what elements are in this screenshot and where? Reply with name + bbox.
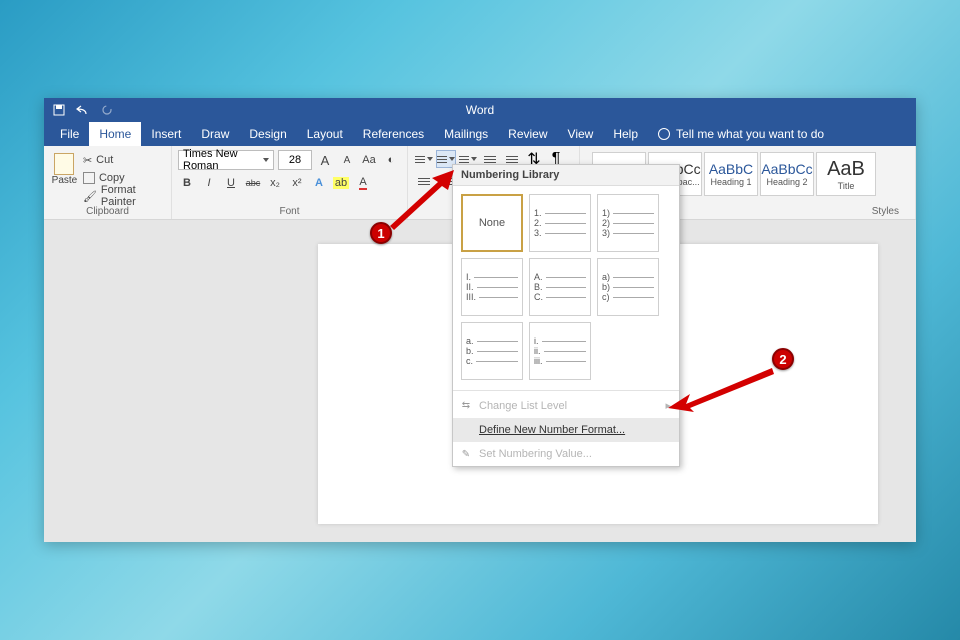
paste-icon bbox=[54, 153, 74, 175]
group-clipboard: Paste ✂ Cut Copy 🖌Format Painter Clipboar… bbox=[44, 146, 172, 219]
tab-mailings[interactable]: Mailings bbox=[434, 122, 498, 146]
tab-references[interactable]: References bbox=[353, 122, 434, 146]
font-size-value: 28 bbox=[289, 154, 301, 166]
subscript-button[interactable]: x₂ bbox=[266, 174, 284, 192]
font-name-combo[interactable]: Times New Roman bbox=[178, 150, 274, 170]
copy-icon bbox=[83, 172, 95, 184]
bullets-button[interactable] bbox=[414, 150, 434, 168]
change-case-button[interactable]: Aa bbox=[360, 151, 378, 169]
chevron-down-icon bbox=[449, 157, 455, 161]
annotation-arrow-1 bbox=[382, 168, 456, 230]
grow-font-button[interactable]: A bbox=[316, 151, 334, 169]
font-name-value: Times New Roman bbox=[183, 148, 261, 172]
superscript-button[interactable]: x² bbox=[288, 174, 306, 192]
change-level-label: Change List Level bbox=[479, 400, 567, 412]
edit-icon: ✎ bbox=[459, 447, 473, 461]
highlight-button[interactable]: ab bbox=[332, 174, 350, 192]
tab-review[interactable]: Review bbox=[498, 122, 557, 146]
define-format-label: Define New Number Format... bbox=[479, 424, 625, 436]
tab-design[interactable]: Design bbox=[239, 122, 296, 146]
numbering-format-alpha-lower-dot[interactable]: a. b. c. bbox=[461, 322, 523, 380]
app-title: Word bbox=[44, 103, 916, 117]
app-window: Word File Home Insert Draw Design Layout… bbox=[44, 98, 916, 542]
copy-label: Copy bbox=[99, 172, 125, 184]
tab-file[interactable]: File bbox=[50, 122, 89, 146]
group-font: Times New Roman 28 A A Aa ◐ B I U abc x₂… bbox=[172, 146, 408, 219]
indent-icon: ⇆ bbox=[459, 399, 473, 413]
chevron-down-icon bbox=[263, 158, 269, 162]
paste-button[interactable]: Paste bbox=[50, 150, 79, 188]
redo-icon[interactable] bbox=[100, 103, 114, 117]
tell-me-label: Tell me what you want to do bbox=[676, 127, 824, 141]
save-icon[interactable] bbox=[52, 103, 66, 117]
bulb-icon bbox=[658, 128, 670, 140]
scissors-icon: ✂ bbox=[83, 154, 92, 167]
tab-insert[interactable]: Insert bbox=[141, 122, 191, 146]
numbering-format-decimal-paren[interactable]: 1) 2) 3) bbox=[597, 194, 659, 252]
ribbon-tabs: File Home Insert Draw Design Layout Refe… bbox=[44, 122, 916, 146]
change-list-level-item: ⇆ Change List Level ▸ bbox=[453, 393, 679, 418]
numbering-format-alpha-upper[interactable]: A. B. C. bbox=[529, 258, 591, 316]
style-name: Heading 2 bbox=[766, 177, 807, 187]
numbering-format-alpha-lower-paren[interactable]: a) b) c) bbox=[597, 258, 659, 316]
cut-label: Cut bbox=[96, 154, 113, 166]
bold-button[interactable]: B bbox=[178, 174, 196, 192]
style-name: Heading 1 bbox=[710, 177, 751, 187]
annotation-badge-1: 1 bbox=[370, 222, 392, 244]
set-value-label: Set Numbering Value... bbox=[479, 448, 592, 460]
define-new-number-format-item[interactable]: Define New Number Format... bbox=[453, 418, 679, 442]
font-color-button[interactable]: A bbox=[354, 174, 372, 192]
shrink-font-button[interactable]: A bbox=[338, 151, 356, 169]
tab-view[interactable]: View bbox=[558, 122, 604, 146]
font-size-combo[interactable]: 28 bbox=[278, 150, 312, 170]
dropdown-header: Numbering Library bbox=[453, 165, 679, 186]
style-sample: AaBbCc bbox=[761, 161, 812, 177]
format-painter-button[interactable]: 🖌Format Painter bbox=[83, 188, 165, 204]
numbering-format-roman-upper[interactable]: I. II. III. bbox=[461, 258, 523, 316]
font-group-label: Font bbox=[178, 204, 401, 217]
style-heading1[interactable]: AaBbCHeading 1 bbox=[704, 152, 758, 196]
tab-help[interactable]: Help bbox=[603, 122, 648, 146]
clear-format-button[interactable]: ◐ bbox=[382, 151, 400, 169]
numbering-dropdown: Numbering Library None 1. 2. 3. 1) 2) 3)… bbox=[452, 164, 680, 467]
underline-button[interactable]: U bbox=[222, 174, 240, 192]
strike-button[interactable]: abc bbox=[244, 174, 262, 192]
cut-button[interactable]: ✂ Cut bbox=[83, 152, 165, 168]
style-sample: AaBbC bbox=[709, 161, 753, 177]
set-numbering-value-item: ✎ Set Numbering Value... bbox=[453, 442, 679, 466]
italic-button[interactable]: I bbox=[200, 174, 218, 192]
tell-me-search[interactable]: Tell me what you want to do bbox=[658, 127, 824, 141]
style-title[interactable]: AaBTitle bbox=[816, 152, 876, 196]
tab-draw[interactable]: Draw bbox=[191, 122, 239, 146]
numbering-format-decimal-dot[interactable]: 1. 2. 3. bbox=[529, 194, 591, 252]
style-name: Title bbox=[838, 181, 855, 191]
clipboard-group-label: Clipboard bbox=[50, 204, 165, 217]
eraser-icon: ◐ bbox=[388, 154, 395, 166]
undo-icon[interactable] bbox=[76, 103, 90, 117]
annotation-number: 1 bbox=[370, 222, 392, 244]
style-heading2[interactable]: AaBbCcHeading 2 bbox=[760, 152, 814, 196]
annotation-badge-2: 2 bbox=[772, 348, 794, 370]
annotation-arrow-2 bbox=[666, 364, 776, 412]
tab-layout[interactable]: Layout bbox=[297, 122, 353, 146]
chevron-down-icon bbox=[471, 157, 477, 161]
title-bar: Word bbox=[44, 98, 916, 122]
text-effects-button[interactable]: A bbox=[310, 174, 328, 192]
none-label: None bbox=[479, 217, 505, 229]
brush-icon: 🖌 bbox=[83, 190, 97, 203]
paste-label: Paste bbox=[52, 175, 78, 186]
numbering-none[interactable]: None bbox=[461, 194, 523, 252]
numbering-format-roman-lower[interactable]: i. ii. iii. bbox=[529, 322, 591, 380]
annotation-number: 2 bbox=[772, 348, 794, 370]
tab-home[interactable]: Home bbox=[89, 122, 141, 146]
style-sample: AaB bbox=[827, 158, 865, 181]
numbering-grid: None 1. 2. 3. 1) 2) 3) I. II. III. A. B.… bbox=[453, 186, 679, 388]
chevron-down-icon bbox=[427, 157, 433, 161]
